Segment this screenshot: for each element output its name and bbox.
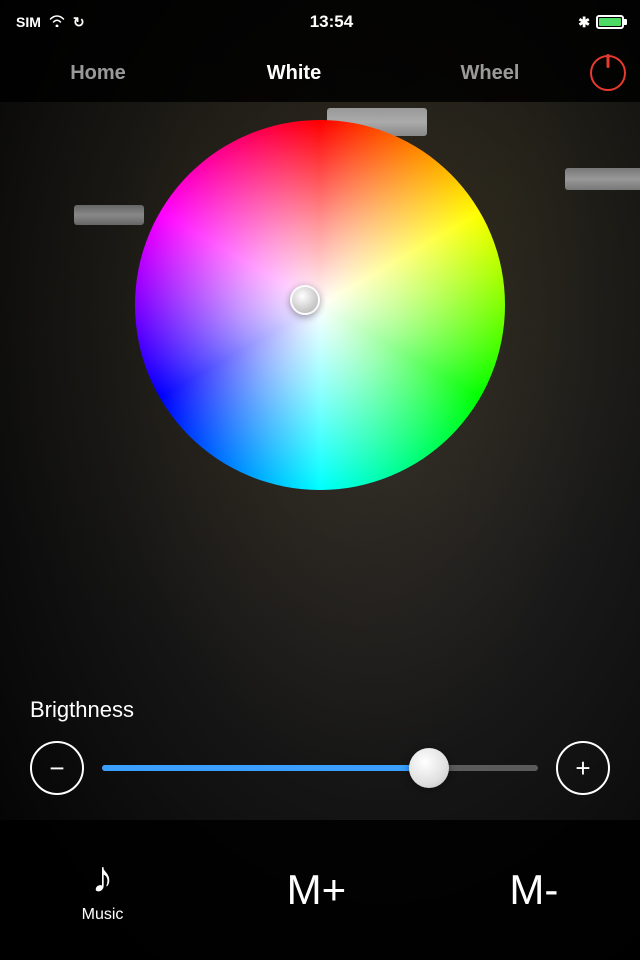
music-icon: ♪ xyxy=(92,856,114,900)
brightness-increase-button[interactable]: + xyxy=(556,741,610,795)
tab-home[interactable]: Home xyxy=(0,44,196,102)
slider-row: − + xyxy=(30,741,610,795)
tab-wheel[interactable]: Wheel xyxy=(392,44,588,102)
bottom-bar: ♪ Music M+ M- xyxy=(0,820,640,960)
tab-white-label: White xyxy=(267,62,321,85)
mplus-button[interactable]: M+ xyxy=(287,866,347,914)
time-display: 13:54 xyxy=(310,12,353,32)
brightness-label: Brigthness xyxy=(30,697,610,723)
battery-fill xyxy=(599,18,621,26)
music-label: Music xyxy=(82,906,124,924)
status-bar: SIM ↻ 13:54 ✱ xyxy=(0,0,640,44)
music-button[interactable]: ♪ Music xyxy=(82,856,124,924)
mplus-label: M+ xyxy=(287,866,347,914)
brightness-decrease-button[interactable]: − xyxy=(30,741,84,795)
refresh-icon: ↻ xyxy=(73,14,85,31)
tab-home-label: Home xyxy=(70,62,126,85)
mminus-button[interactable]: M- xyxy=(509,866,558,914)
bluetooth-icon: ✱ xyxy=(578,14,590,31)
ceiling-light-3 xyxy=(74,205,144,225)
color-wheel-container[interactable] xyxy=(135,120,505,490)
nav-bar: Home White Wheel xyxy=(0,44,640,102)
brightness-slider-fill xyxy=(102,765,429,771)
color-picker-handle[interactable] xyxy=(290,285,320,315)
brightness-section: Brigthness − + xyxy=(0,697,640,795)
tab-wheel-label: Wheel xyxy=(461,62,520,85)
battery-icon xyxy=(596,15,624,29)
mminus-label: M- xyxy=(509,866,558,914)
status-left: SIM ↻ xyxy=(16,14,85,31)
brightness-slider-thumb[interactable] xyxy=(409,748,449,788)
brightness-slider-track[interactable] xyxy=(102,765,538,771)
carrier-label: SIM xyxy=(16,14,41,30)
tab-white[interactable]: White xyxy=(196,44,392,102)
wifi-icon xyxy=(49,14,65,30)
color-wheel[interactable] xyxy=(135,120,505,490)
power-button[interactable] xyxy=(588,53,628,93)
status-right: ✱ xyxy=(578,14,624,31)
ceiling-light-2 xyxy=(565,168,640,190)
power-icon xyxy=(590,55,626,91)
